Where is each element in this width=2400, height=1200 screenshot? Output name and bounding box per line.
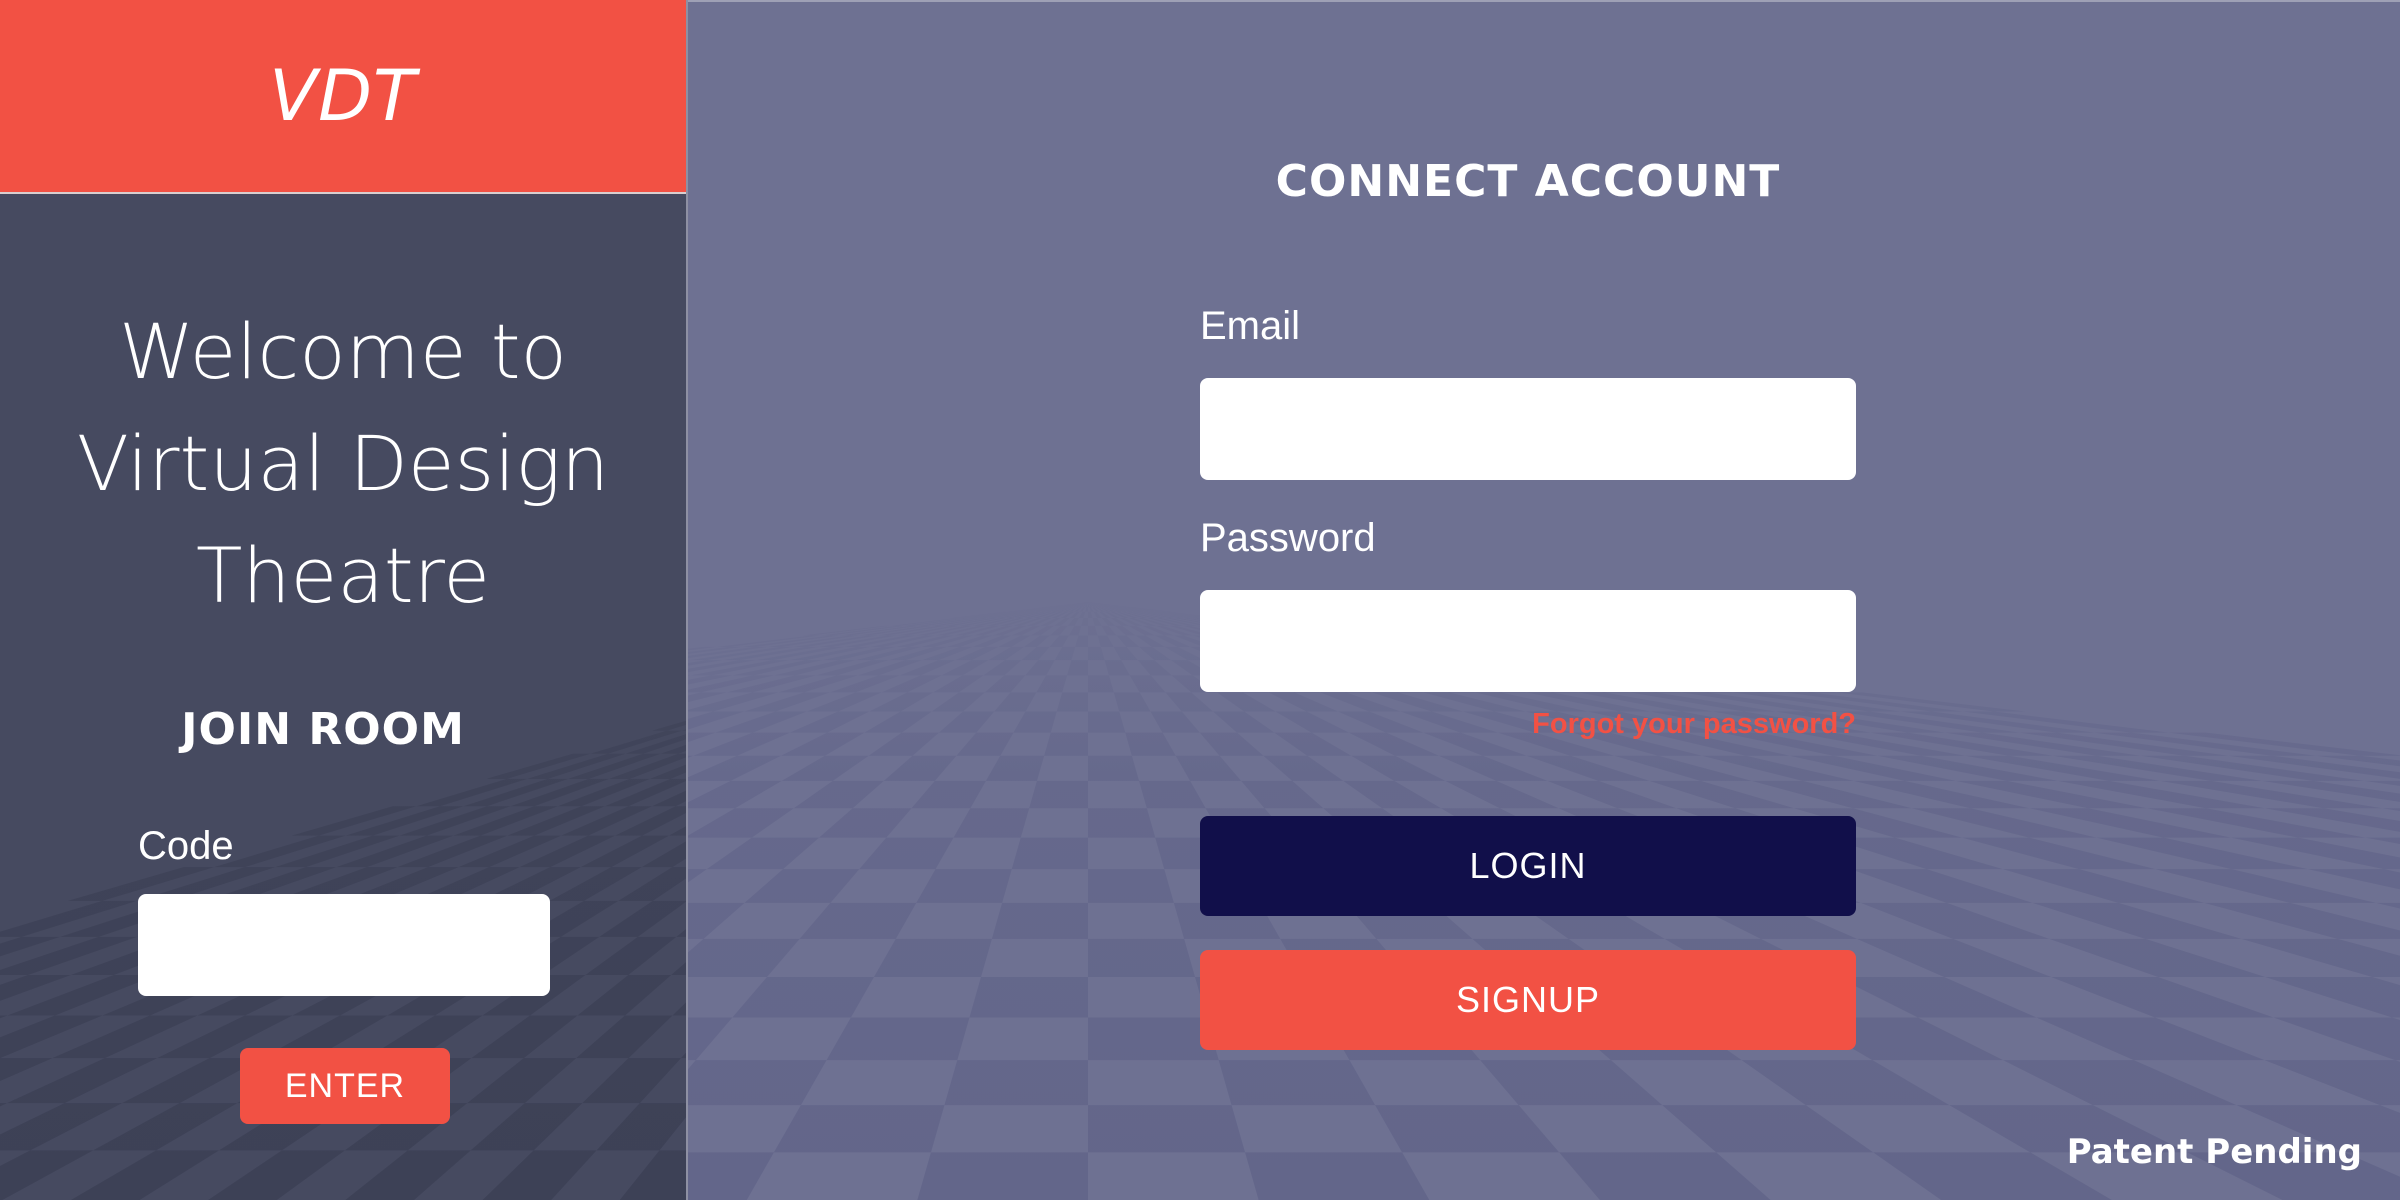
login-button[interactable]: LOGIN	[1200, 816, 1856, 916]
join-room-panel: VDT Welcome to Virtual Design Theatre JO…	[0, 0, 688, 1200]
join-room-heading: JOIN ROOM	[181, 704, 465, 755]
connect-account-panel: CONNECT ACCOUNT Email Password Forgot yo…	[688, 0, 2400, 1200]
password-field[interactable]	[1200, 590, 1856, 692]
brand-header: VDT	[0, 0, 686, 194]
vdt-login-screen: VDT Welcome to Virtual Design Theatre JO…	[0, 0, 2400, 1200]
patent-pending-note: Patent Pending	[2066, 1132, 2362, 1172]
enter-button[interactable]: ENTER	[240, 1048, 450, 1124]
welcome-title: Welcome to Virtual Design Theatre	[76, 307, 610, 620]
code-label: Code	[138, 824, 234, 868]
vdt-logo: VDT	[269, 55, 417, 137]
connect-account-heading: CONNECT ACCOUNT	[1275, 156, 1781, 207]
password-label: Password	[1200, 516, 1376, 560]
email-field[interactable]	[1200, 378, 1856, 480]
forgot-password-link[interactable]: Forgot your password?	[1200, 708, 1856, 741]
email-label: Email	[1200, 304, 1301, 348]
signup-button[interactable]: SIGNUP	[1200, 950, 1856, 1050]
room-code-input[interactable]	[138, 894, 550, 996]
